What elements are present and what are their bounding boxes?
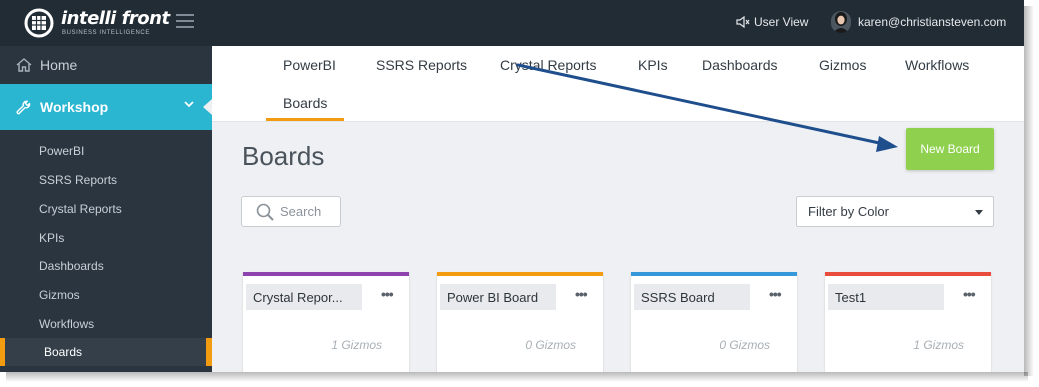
board-color-bar <box>243 272 409 276</box>
home-icon <box>16 58 32 72</box>
board-card[interactable]: Crystal Repor... ••• 1 Gizmos <box>243 272 409 372</box>
active-section-notch <box>203 99 212 115</box>
sidebar-item-gizmos[interactable]: Gizmos <box>0 281 212 309</box>
sidebar-item-label: Gizmos <box>39 288 80 302</box>
tab-powerbi[interactable]: PowerBI <box>283 57 336 73</box>
sidebar-item-home[interactable]: Home <box>0 46 212 84</box>
sidebar-item-label: Workflows <box>39 317 95 331</box>
sidebar-item-kpis[interactable]: KPIs <box>0 224 212 252</box>
board-color-bar <box>437 272 603 276</box>
board-card[interactable]: SSRS Board ••• 0 Gizmos <box>631 272 797 372</box>
tab-gizmos[interactable]: Gizmos <box>819 57 866 73</box>
tab-dashboards[interactable]: Dashboards <box>702 57 778 73</box>
sidebar-item-label: Home <box>40 57 78 73</box>
board-name: Crystal Repor... <box>246 284 362 310</box>
user-menu[interactable]: karen@christiansteven.com <box>831 11 1006 33</box>
window-shadow <box>1024 6 1034 376</box>
sidebar-item-powerbi[interactable]: PowerBI <box>0 137 212 165</box>
board-gizmo-count: 1 Gizmos <box>331 338 382 352</box>
user-view-button[interactable]: User View <box>736 15 808 29</box>
tab-ssrs-reports[interactable]: SSRS Reports <box>376 57 467 73</box>
search-button[interactable]: Search <box>241 196 341 227</box>
globe-logo-icon <box>24 8 54 38</box>
sidebar-item-workflows[interactable]: Workflows <box>0 310 212 338</box>
brand-name: intelli front <box>61 8 170 29</box>
sidebar-item-label: SSRS Reports <box>39 173 118 187</box>
caret-down-icon <box>975 210 983 215</box>
page-title: Boards <box>242 141 325 171</box>
sidebar-item-label: PowerBI <box>39 144 85 158</box>
sidebar-item-label: Dashboards <box>39 259 104 273</box>
active-indicator <box>0 338 5 366</box>
sidebar-item-label: Workshop <box>40 99 109 115</box>
board-gizmo-count: 0 Gizmos <box>719 338 770 352</box>
more-options-icon[interactable]: ••• <box>769 286 782 302</box>
user-view-label: User View <box>754 15 809 29</box>
search-icon <box>256 203 274 221</box>
sidebar-item-label: Crystal Reports <box>39 202 122 216</box>
board-card[interactable]: Test1 ••• 1 Gizmos <box>825 272 991 372</box>
tab-crystal-reports[interactable]: Crystal Reports <box>500 57 596 73</box>
active-indicator <box>206 338 212 366</box>
tab-workflows[interactable]: Workflows <box>905 57 969 73</box>
sidebar-item-ssrs-reports[interactable]: SSRS Reports <box>0 166 212 194</box>
window-shadow <box>6 372 1028 382</box>
more-options-icon[interactable]: ••• <box>963 286 976 302</box>
sidebar: Home Workshop PowerBI SSRS Reports Cryst… <box>0 46 212 372</box>
sidebar-item-label: Boards <box>44 345 83 359</box>
wrench-icon <box>16 100 31 114</box>
board-name: SSRS Board <box>634 284 750 310</box>
speaker-mute-icon <box>736 16 750 28</box>
board-name: Test1 <box>828 284 944 310</box>
more-options-icon[interactable]: ••• <box>575 286 588 302</box>
tab-bar: PowerBI SSRS Reports Crystal Reports KPI… <box>212 46 1024 122</box>
avatar <box>831 11 851 33</box>
sidebar-item-dashboards[interactable]: Dashboards <box>0 252 212 280</box>
tab-kpis[interactable]: KPIs <box>638 57 668 73</box>
top-bar: intelli front BUSINESS INTELLIGENCE User… <box>0 0 1024 46</box>
filter-by-color-select[interactable]: Filter by Color <box>796 196 994 227</box>
brand-tagline: BUSINESS INTELLIGENCE <box>62 30 150 36</box>
new-board-button[interactable]: New Board <box>906 128 994 170</box>
search-label: Search <box>280 204 322 219</box>
tab-boards[interactable]: Boards <box>266 95 345 121</box>
menu-toggle-icon[interactable] <box>176 14 194 28</box>
app-window: intelli front BUSINESS INTELLIGENCE User… <box>0 0 1024 372</box>
user-email: karen@christiansteven.com <box>858 15 1007 29</box>
board-card[interactable]: Power BI Board ••• 0 Gizmos <box>437 272 603 372</box>
board-color-bar <box>631 272 797 276</box>
sidebar-item-workshop[interactable]: Workshop <box>0 84 212 130</box>
sidebar-item-label: KPIs <box>39 231 65 245</box>
more-options-icon[interactable]: ••• <box>381 286 394 302</box>
sidebar-item-boards[interactable]: Boards <box>0 338 212 366</box>
board-gizmo-count: 0 Gizmos <box>525 338 576 352</box>
filter-label: Filter by Color <box>808 204 889 219</box>
board-name: Power BI Board <box>440 284 556 310</box>
board-gizmo-count: 1 Gizmos <box>913 338 964 352</box>
sidebar-item-crystal-reports[interactable]: Crystal Reports <box>0 195 212 223</box>
chevron-down-icon <box>184 101 194 108</box>
board-color-bar <box>825 272 991 276</box>
